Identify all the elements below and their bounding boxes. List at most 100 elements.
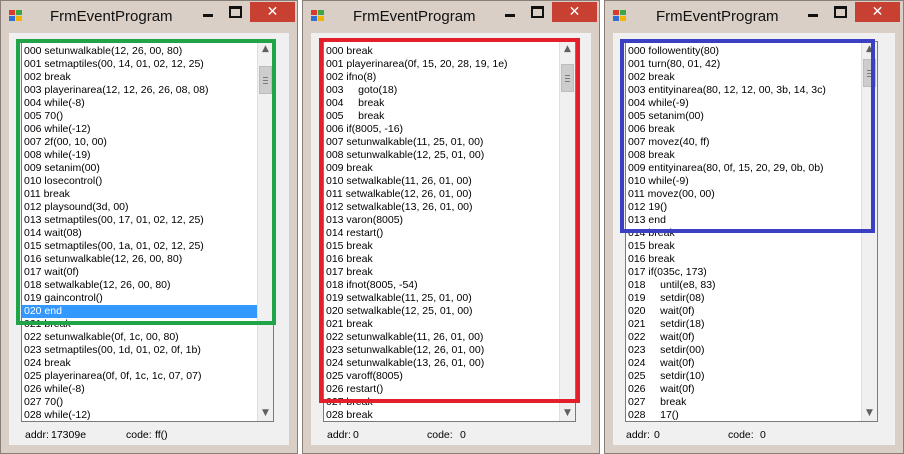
title-bar[interactable]: FrmEventProgram ✕	[605, 1, 903, 33]
list-item[interactable]: 003 goto(18)	[324, 84, 561, 97]
list-item[interactable]: 026 while(-8)	[22, 383, 259, 396]
list-item[interactable]: 019 setdir(08)	[626, 292, 863, 305]
list-item[interactable]: 025 varoff(8005)	[324, 370, 561, 383]
vertical-scrollbar[interactable]: ▲ ▼	[861, 42, 877, 421]
list-item[interactable]: 005 setanim(00)	[626, 110, 863, 123]
scroll-down-button[interactable]: ▼	[258, 406, 273, 421]
list-item-selected[interactable]: 020 end	[22, 305, 259, 318]
list-item[interactable]: 021 break	[324, 318, 561, 331]
list-item[interactable]: 012 playsound(3d, 00)	[22, 201, 259, 214]
event-program-listbox[interactable]: 000 followentity(80) 001 turn(80, 01, 42…	[625, 41, 878, 422]
scroll-thumb[interactable]	[259, 66, 272, 94]
title-bar[interactable]: FrmEventProgram ✕	[1, 1, 297, 33]
list-item[interactable]: 019 setwalkable(11, 25, 01, 00)	[324, 292, 561, 305]
scroll-down-button[interactable]: ▼	[862, 406, 877, 421]
list-item[interactable]: 017 if(035c, 173)	[626, 266, 863, 279]
list-item[interactable]: 009 entityinarea(80, 0f, 15, 20, 29, 0b,…	[626, 162, 863, 175]
list-item[interactable]: 014 wait(08)	[22, 227, 259, 240]
list-item[interactable]: 013 setmaptiles(00, 17, 01, 02, 12, 25)	[22, 214, 259, 227]
list-item[interactable]: 019 gaincontrol()	[22, 292, 259, 305]
scroll-thumb[interactable]	[561, 64, 574, 92]
list-item[interactable]: 028 while(-12)	[22, 409, 259, 421]
list-item[interactable]: 015 break	[324, 240, 561, 253]
list-item[interactable]: 007 movez(40, ff)	[626, 136, 863, 149]
list-item[interactable]: 005 70()	[22, 110, 259, 123]
list-item[interactable]: 003 playerinarea(12, 12, 26, 26, 08, 08)	[22, 84, 259, 97]
list-item[interactable]: 027 break	[324, 396, 561, 409]
list-item[interactable]: 003 entityinarea(80, 12, 12, 00, 3b, 14,…	[626, 84, 863, 97]
list-item[interactable]: 004 while(-8)	[22, 97, 259, 110]
minimize-button[interactable]	[496, 2, 523, 22]
list-item[interactable]: 016 setunwalkable(12, 26, 00, 80)	[22, 253, 259, 266]
close-button[interactable]: ✕	[250, 2, 295, 22]
list-item[interactable]: 006 while(-12)	[22, 123, 259, 136]
list-item[interactable]: 002 break	[22, 71, 259, 84]
list-item[interactable]: 007 2f(00, 10, 00)	[22, 136, 259, 149]
list-item[interactable]: 017 break	[324, 266, 561, 279]
list-item[interactable]: 000 setunwalkable(12, 26, 00, 80)	[22, 45, 259, 58]
list-item[interactable]: 005 break	[324, 110, 561, 123]
list-item[interactable]: 024 break	[22, 357, 259, 370]
vertical-scrollbar[interactable]: ▲ ▼	[257, 42, 273, 421]
list-item[interactable]: 001 turn(80, 01, 42)	[626, 58, 863, 71]
list-item[interactable]: 013 end	[626, 214, 863, 227]
close-button[interactable]: ✕	[855, 2, 900, 22]
list-item[interactable]: 023 setmaptiles(00, 1d, 01, 02, 0f, 1b)	[22, 344, 259, 357]
event-program-listbox[interactable]: 000 setunwalkable(12, 26, 00, 80) 001 se…	[21, 41, 274, 422]
list-item[interactable]: 001 setmaptiles(00, 14, 01, 02, 12, 25)	[22, 58, 259, 71]
title-bar[interactable]: FrmEventProgram ✕	[303, 1, 599, 33]
list-item[interactable]: 004 while(-9)	[626, 97, 863, 110]
list-item[interactable]: 018 ifnot(8005, -54)	[324, 279, 561, 292]
list-item[interactable]: 022 wait(0f)	[626, 331, 863, 344]
maximize-button[interactable]	[524, 2, 551, 22]
list-item[interactable]: 010 losecontrol()	[22, 175, 259, 188]
list-item[interactable]: 024 wait(0f)	[626, 357, 863, 370]
list-item[interactable]: 015 setmaptiles(00, 1a, 01, 02, 12, 25)	[22, 240, 259, 253]
list-item[interactable]: 010 setwalkable(11, 26, 01, 00)	[324, 175, 561, 188]
list-item[interactable]: 026 restart()	[324, 383, 561, 396]
minimize-button[interactable]	[799, 2, 826, 22]
list-item[interactable]: 014 break	[626, 227, 863, 240]
list-item[interactable]: 002 break	[626, 71, 863, 84]
list-item[interactable]: 028 17()	[626, 409, 863, 421]
list-item[interactable]: 007 setunwalkable(11, 25, 01, 00)	[324, 136, 561, 149]
list-item[interactable]: 006 if(8005, -16)	[324, 123, 561, 136]
list-item[interactable]: 020 wait(0f)	[626, 305, 863, 318]
list-item[interactable]: 027 break	[626, 396, 863, 409]
vertical-scrollbar[interactable]: ▲ ▼	[559, 42, 575, 421]
list-item[interactable]: 012 setwalkable(13, 26, 01, 00)	[324, 201, 561, 214]
list-item[interactable]: 015 break	[626, 240, 863, 253]
maximize-button[interactable]	[222, 2, 249, 22]
list-item[interactable]: 011 break	[22, 188, 259, 201]
list-item[interactable]: 023 setdir(00)	[626, 344, 863, 357]
list-item[interactable]: 021 setdir(18)	[626, 318, 863, 331]
list-item[interactable]: 000 followentity(80)	[626, 45, 863, 58]
list-item[interactable]: 008 break	[626, 149, 863, 162]
list-item[interactable]: 018 setwalkable(12, 26, 00, 80)	[22, 279, 259, 292]
scroll-up-button[interactable]: ▲	[560, 42, 575, 57]
list-item[interactable]: 001 playerinarea(0f, 15, 20, 28, 19, 1e)	[324, 58, 561, 71]
list-item[interactable]: 002 ifno(8)	[324, 71, 561, 84]
scroll-up-button[interactable]: ▲	[258, 42, 273, 57]
list-item[interactable]: 006 break	[626, 123, 863, 136]
list-item[interactable]: 009 setanim(00)	[22, 162, 259, 175]
list-item[interactable]: 022 setunwalkable(0f, 1c, 00, 80)	[22, 331, 259, 344]
list-item[interactable]: 014 restart()	[324, 227, 561, 240]
scroll-thumb[interactable]	[863, 59, 876, 87]
list-item[interactable]: 010 while(-9)	[626, 175, 863, 188]
list-item[interactable]: 013 varon(8005)	[324, 214, 561, 227]
list-item[interactable]: 017 wait(0f)	[22, 266, 259, 279]
maximize-button[interactable]	[827, 2, 854, 22]
list-item[interactable]: 011 setwalkable(12, 26, 01, 00)	[324, 188, 561, 201]
list-item[interactable]: 004 break	[324, 97, 561, 110]
close-button[interactable]: ✕	[552, 2, 597, 22]
list-item[interactable]: 028 break	[324, 409, 561, 421]
list-item[interactable]: 021 break	[22, 318, 259, 331]
minimize-button[interactable]	[194, 2, 221, 22]
list-item[interactable]: 026 wait(0f)	[626, 383, 863, 396]
list-item[interactable]: 012 19()	[626, 201, 863, 214]
list-item[interactable]: 027 70()	[22, 396, 259, 409]
list-item[interactable]: 011 movez(00, 00)	[626, 188, 863, 201]
list-item[interactable]: 025 setdir(10)	[626, 370, 863, 383]
list-item[interactable]: 018 until(e8, 83)	[626, 279, 863, 292]
